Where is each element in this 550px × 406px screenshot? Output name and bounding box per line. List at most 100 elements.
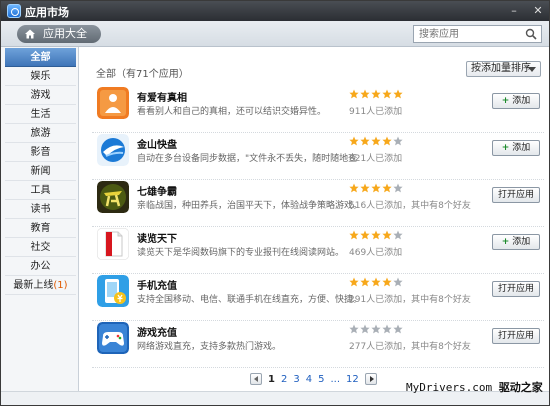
category-entertainment[interactable]: 娱乐 (5, 67, 76, 86)
add-button[interactable]: + 添加 (492, 234, 540, 250)
sort-dropdown[interactable]: 按添加量排序 (466, 61, 541, 77)
search-input[interactable] (414, 26, 522, 42)
app-name[interactable]: 手机充值 (137, 277, 177, 292)
rating-stars (349, 324, 403, 334)
category-office[interactable]: 办公 (5, 257, 76, 276)
app-icon-qixiong (97, 181, 129, 213)
page-2[interactable]: 2 (281, 374, 287, 385)
window-title: 应用市场 (25, 6, 69, 19)
category-education[interactable]: 教育 (5, 219, 76, 238)
page-1[interactable]: 1 (268, 374, 275, 385)
app-icon-game-recharge (97, 322, 129, 354)
app-description: 看看别人和自己的真相，还可以结识交婚异性。 (137, 107, 327, 117)
category-latest[interactable]: 最新上线(1) (5, 276, 76, 295)
app-name[interactable]: 游戏充值 (137, 324, 177, 339)
next-page-icon[interactable] (364, 373, 377, 385)
install-count: 516人已添加，其中有8个好友 (349, 201, 471, 211)
category-games[interactable]: 游戏 (5, 86, 76, 105)
page-5[interactable]: 5 (318, 374, 324, 385)
app-description: 网络游戏直充，支持多款热门游戏。 (137, 342, 282, 352)
star-filled-icon (360, 230, 370, 240)
install-count: 911人已添加 (349, 107, 403, 117)
star-filled-icon (360, 277, 370, 287)
app-name[interactable]: 有爱有真相 (137, 89, 187, 104)
category-reading[interactable]: 读书 (5, 200, 76, 219)
star-empty-icon (349, 324, 359, 334)
rating-stars (349, 183, 403, 193)
category-all[interactable]: 全部 (5, 48, 76, 67)
star-filled-icon (349, 136, 359, 146)
rating-stars (349, 89, 403, 99)
app-name[interactable]: 金山快盘 (137, 136, 177, 151)
app-row: 七雄争霸 亲临战国，种田养兵，治国平天下，体验战争策略游戏。 516人已添加，其… (92, 181, 544, 227)
star-filled-icon (349, 183, 359, 193)
plus-icon: + (501, 143, 510, 153)
rating-stars (349, 277, 403, 287)
star-filled-icon (360, 89, 370, 99)
category-travel[interactable]: 旅游 (5, 124, 76, 143)
app-row: 读览天下 读览天下是华阅数码旗下的专业报刊在线阅读网站。 469人已添加 + 添加 (92, 228, 544, 274)
home-tab-label: 应用大全 (43, 27, 87, 40)
star-filled-icon (382, 183, 392, 193)
app-market-window: 应用市场 – ✕ 应用大全 全部 娱乐 游戏 生活 旅游 影音 新闻 工具 读书 (0, 0, 550, 406)
install-count: 469人已添加 (349, 248, 403, 258)
star-empty-icon (371, 324, 381, 334)
add-button[interactable]: + 添加 (492, 93, 540, 109)
app-list-panel: 全部（有71个应用） 按添加量排序 有爱有真相 看看别人和自己的真相，还可以结识… (79, 47, 549, 391)
latest-count: (1) (53, 280, 68, 291)
star-empty-icon (393, 230, 403, 240)
sort-dropdown-value: 按添加量排序 (471, 63, 531, 74)
app-icon-kuaipan (97, 134, 129, 166)
star-filled-icon (349, 89, 359, 99)
star-filled-icon (382, 136, 392, 146)
category-social[interactable]: 社交 (5, 238, 76, 257)
category-life[interactable]: 生活 (5, 105, 76, 124)
title-bar: 应用市场 – ✕ (1, 1, 549, 21)
page-4[interactable]: 4 (306, 374, 312, 385)
app-icon-dulan (97, 228, 129, 260)
star-empty-icon (360, 324, 370, 334)
app-description: 自动在多台设备同步数据，"文件永不丢失，随时随地查 (137, 154, 357, 164)
app-name[interactable]: 七雄争霸 (137, 183, 177, 198)
pagination: 1 2 3 4 5 ... 12 (250, 372, 377, 386)
star-filled-icon (382, 277, 392, 287)
star-filled-icon (382, 230, 392, 240)
category-media[interactable]: 影音 (5, 143, 76, 162)
prev-page-icon[interactable] (250, 373, 262, 385)
star-filled-icon (371, 136, 381, 146)
page-ellipsis: ... (330, 373, 341, 385)
page-3[interactable]: 3 (293, 374, 299, 385)
open-app-button[interactable]: 打开应用 (492, 328, 540, 344)
plus-icon: + (501, 96, 510, 106)
category-tools[interactable]: 工具 (5, 181, 76, 200)
install-count: 277人已添加，其中有8个好友 (349, 342, 471, 352)
rating-stars (349, 230, 403, 240)
star-empty-icon (393, 277, 403, 287)
home-tab[interactable]: 应用大全 (17, 25, 101, 43)
star-empty-icon (382, 324, 392, 334)
search-icon[interactable] (525, 28, 537, 40)
app-row: 手机充值 支持全国移动、电信、联通手机在线直充，方便、快捷。 291人已添加，其… (92, 275, 544, 321)
open-app-button[interactable]: 打开应用 (492, 187, 540, 203)
open-app-button[interactable]: 打开应用 (492, 281, 540, 297)
install-count: 291人已添加，其中有8个好友 (349, 295, 471, 305)
app-name[interactable]: 读览天下 (137, 230, 177, 245)
category-sidebar: 全部 娱乐 游戏 生活 旅游 影音 新闻 工具 读书 教育 社交 办公 最新上线… (5, 48, 76, 348)
page-last[interactable]: 12 (346, 374, 359, 385)
minimize-icon[interactable]: – (507, 4, 521, 18)
toolbar: 应用大全 (1, 21, 549, 47)
category-news[interactable]: 新闻 (5, 162, 76, 181)
rating-stars (349, 136, 403, 146)
star-filled-icon (360, 183, 370, 193)
app-row: 金山快盘 自动在多台设备同步数据，"文件永不丢失，随时随地查 821人已添加 +… (92, 134, 544, 180)
close-icon[interactable]: ✕ (531, 4, 545, 18)
install-count: 821人已添加 (349, 154, 403, 164)
add-button[interactable]: + 添加 (492, 140, 540, 156)
chevron-down-icon (528, 67, 536, 72)
star-filled-icon (349, 230, 359, 240)
star-empty-icon (393, 136, 403, 146)
star-filled-icon (371, 230, 381, 240)
home-icon (25, 29, 35, 39)
star-filled-icon (371, 89, 381, 99)
app-row: 有爱有真相 看看别人和自己的真相，还可以结识交婚异性。 911人已添加 + 添加 (92, 87, 544, 133)
